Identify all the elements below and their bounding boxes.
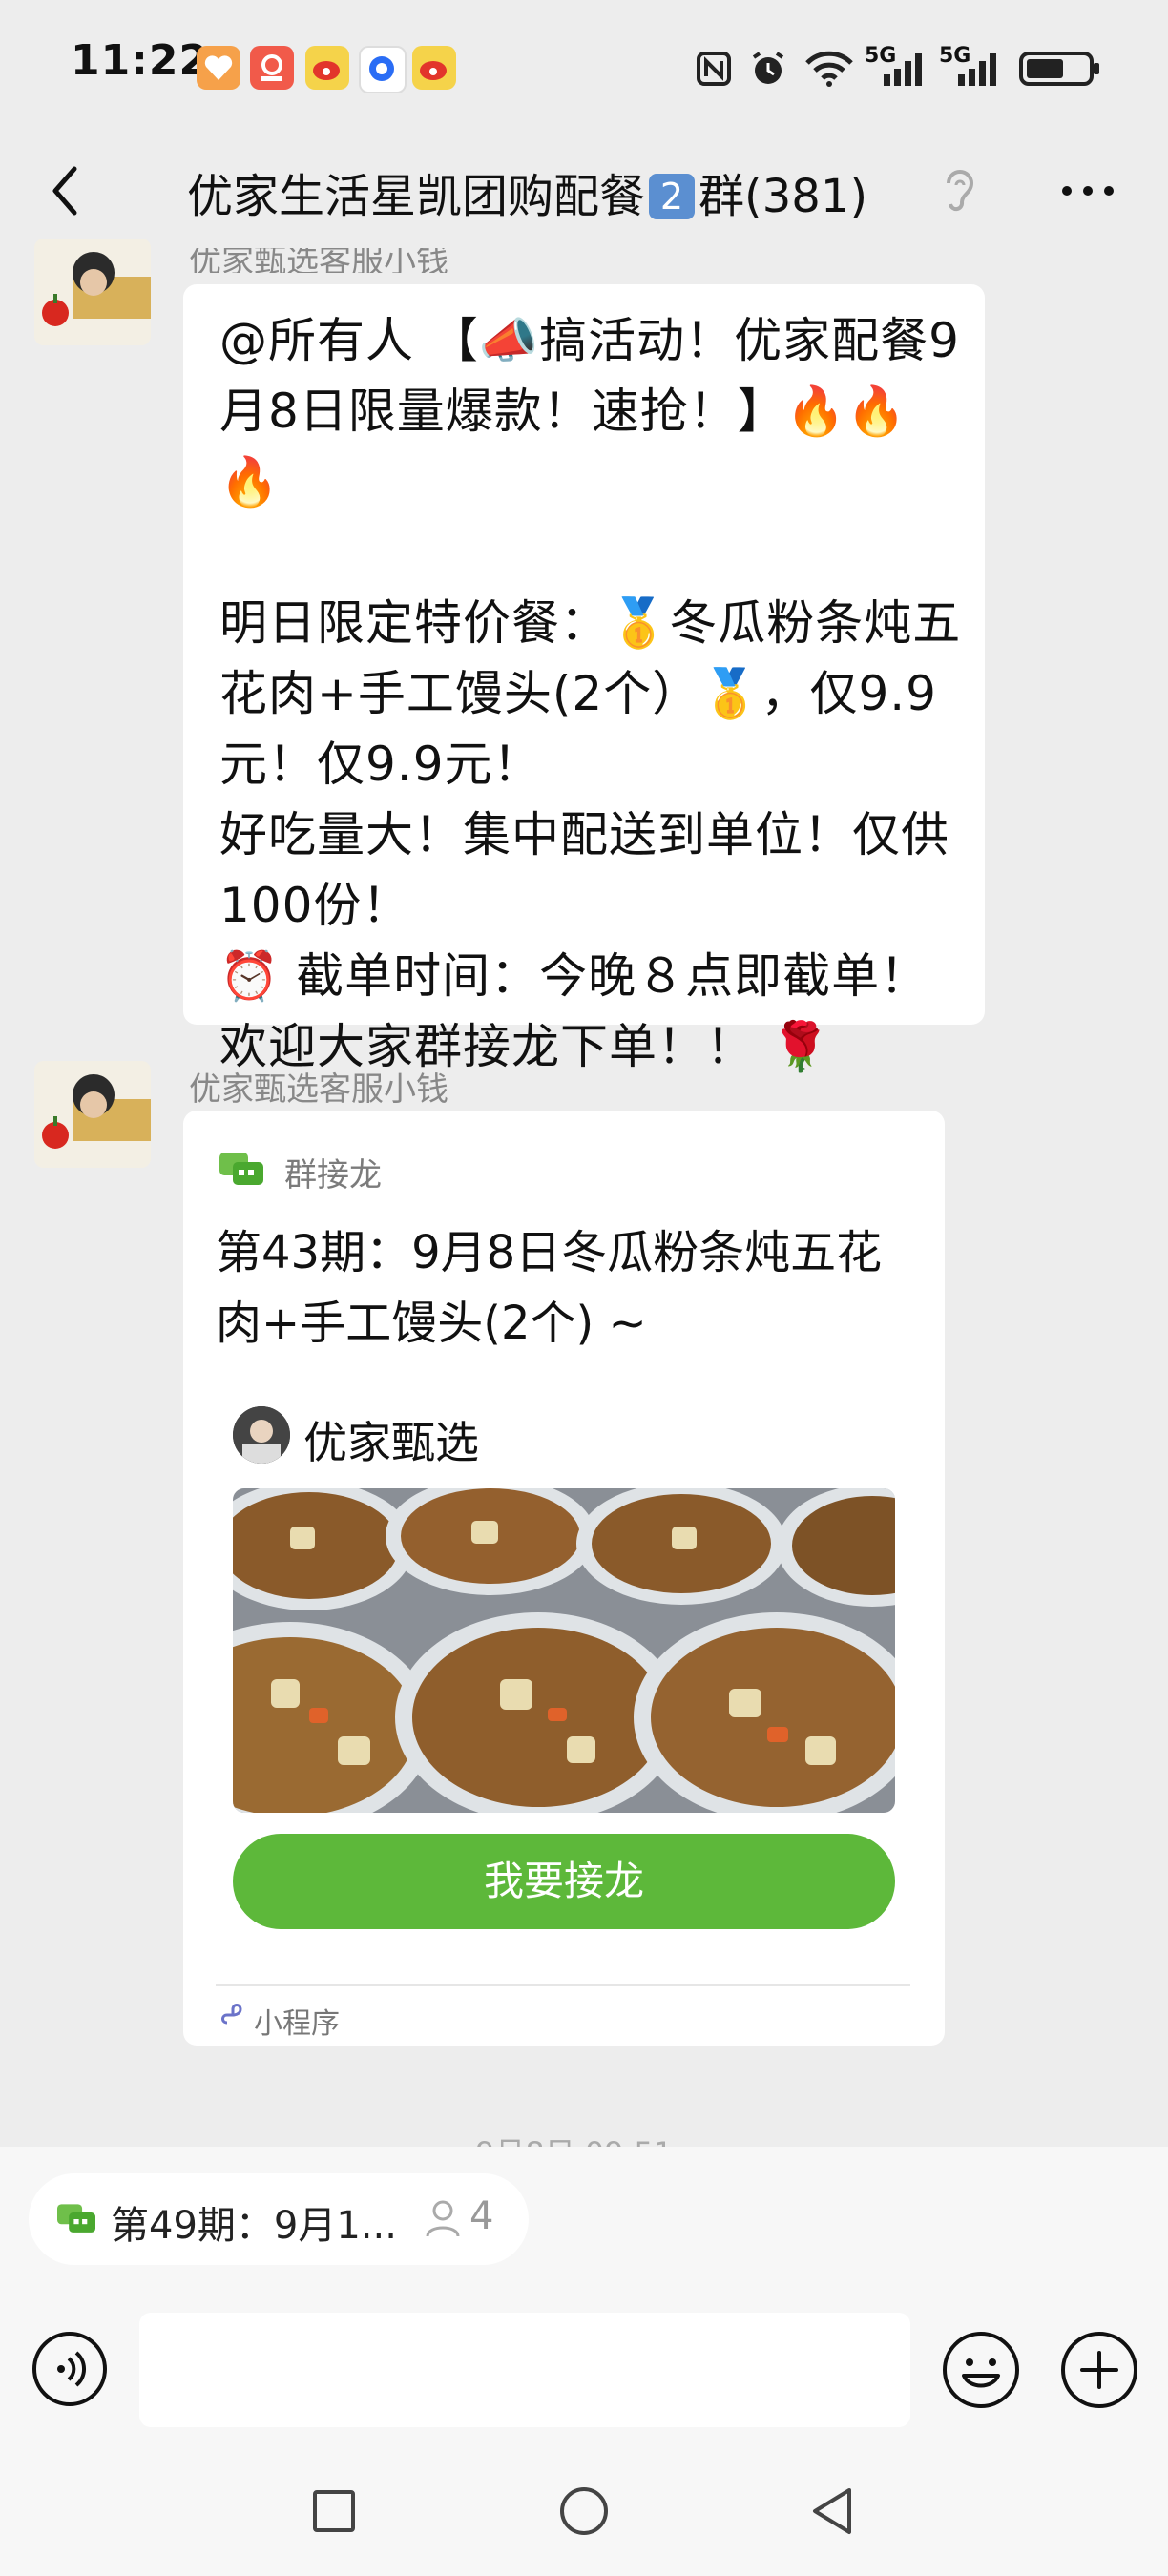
app-label: 群接龙	[284, 1156, 382, 1195]
chat-title-text: 优家生活星凯团购配餐	[187, 170, 646, 223]
card-title: 第43期：9月8日冬瓜粉条炖五花肉+手工馒头(2个) ~	[216, 1226, 883, 1350]
author-name: 优家甄选	[303, 1417, 479, 1468]
solitaire-card[interactable]: 群接龙 第43期：9月8日冬瓜粉条炖五花肉+手工馒头(2个) ~ 优家甄选 我要…	[183, 1111, 945, 2046]
group-solitaire-icon	[219, 1153, 263, 1185]
message-text: @所有人 【📣搞活动！优家配餐9月8日限量爆款！速抢！】🔥🔥🔥 明日限定特价餐：…	[219, 313, 962, 1074]
mini-program-icon	[221, 2004, 242, 2025]
wifi-icon	[805, 51, 853, 87]
weibo-icon	[412, 46, 456, 90]
pinned-text: 第49期：9月1...	[111, 2204, 397, 2248]
recent-apps-icon[interactable]	[311, 2488, 357, 2534]
battery-icon	[1019, 52, 1099, 86]
signal-5g-icon: 5G	[865, 44, 926, 88]
emoji-button[interactable]	[941, 2330, 1021, 2410]
number-badge: 2	[649, 174, 696, 219]
alarm-icon	[752, 52, 784, 84]
heart-app-icon	[197, 46, 240, 90]
status-bar: 11:22 5G 5G	[0, 0, 1168, 134]
nfc-icon	[697, 52, 731, 86]
user-icon	[426, 2200, 460, 2237]
signal-5g-icon: 5G	[939, 44, 1000, 88]
join-solitaire-button[interactable]: 我要接龙	[233, 1834, 895, 1929]
home-icon[interactable]	[557, 2484, 611, 2538]
message-input[interactable]	[139, 2313, 910, 2427]
group-solitaire-icon	[57, 2204, 95, 2233]
browser-icon	[359, 46, 407, 93]
more-options-button[interactable]	[1050, 162, 1126, 219]
participant-count: 4	[469, 2194, 494, 2238]
sender-avatar[interactable]	[34, 1061, 151, 1168]
back-icon[interactable]	[807, 2484, 855, 2538]
weibo-icon	[305, 46, 349, 90]
pinned-solitaire-chip[interactable]: 第49期：9月1... 4	[29, 2173, 529, 2265]
mini-program-label: 小程序	[254, 2007, 340, 2041]
text-message-bubble[interactable]: @所有人 【📣搞活动！优家配餐9月8日限量爆款！速抢！】🔥🔥🔥 明日限定特价餐：…	[183, 284, 985, 1074]
ear-icon	[947, 170, 974, 212]
author-avatar	[233, 1406, 290, 1464]
divider	[216, 1984, 910, 1986]
chat-title-count: 群(381)	[699, 170, 868, 223]
more-functions-button[interactable]	[1059, 2330, 1139, 2410]
sender-avatar[interactable]	[34, 239, 151, 345]
status-time: 11:22	[71, 36, 210, 85]
sender-name: 优家甄选客服小钱	[189, 1070, 448, 1109]
voice-input-button[interactable]	[31, 2330, 109, 2408]
chat-title: 优家生活星凯团购配餐 2 群(381)	[187, 158, 867, 225]
back-button[interactable]	[38, 157, 95, 224]
food-photo	[233, 1488, 895, 1813]
photo-app-icon	[250, 46, 294, 90]
